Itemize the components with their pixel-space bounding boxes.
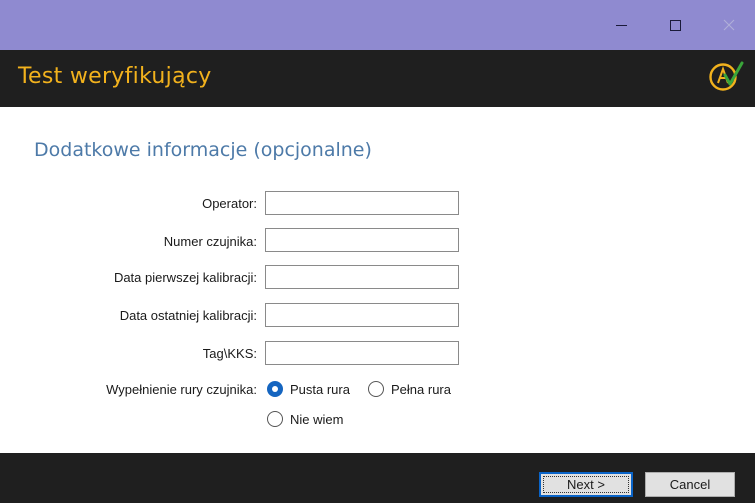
footer-bar <box>0 453 755 503</box>
cancel-button-label: Cancel <box>669 477 711 492</box>
close-icon <box>723 19 735 31</box>
minimize-icon <box>615 24 627 26</box>
app-logo-icon <box>709 61 744 91</box>
pipe-fill-label: Wypełnienie rury czujnika: <box>106 382 257 397</box>
close-button[interactable] <box>706 0 752 50</box>
radio-full-pipe-label: Pełna rura <box>391 381 451 397</box>
next-button[interactable]: Next > <box>539 472 633 497</box>
radio-empty-pipe-label: Pusta rura <box>290 381 350 397</box>
focus-rectangle <box>543 476 629 493</box>
minimize-button[interactable] <box>598 0 644 50</box>
radio-selected-icon <box>267 381 283 397</box>
radio-empty-pipe[interactable]: Pusta rura <box>267 381 350 397</box>
sensor-number-field[interactable] <box>265 228 459 252</box>
radio-full-pipe[interactable]: Pełna rura <box>368 381 451 397</box>
window-titlebar <box>0 0 755 50</box>
app-header: Test weryfikujący <box>0 50 755 107</box>
last-calibration-label: Data ostatniej kalibracji: <box>119 308 257 323</box>
operator-label: Operator: <box>202 196 257 211</box>
radio-dont-know[interactable]: Nie wiem <box>267 411 343 427</box>
radio-dont-know-label: Nie wiem <box>290 411 344 427</box>
operator-field[interactable] <box>265 191 459 215</box>
tag-kks-field[interactable] <box>265 341 459 365</box>
radio-unselected-icon <box>368 381 384 397</box>
maximize-button[interactable] <box>652 0 698 50</box>
first-calibration-field[interactable] <box>265 265 459 289</box>
section-title: Dodatkowe informacje (opcjonalne) <box>34 139 372 161</box>
sensor-number-label: Numer czujnika: <box>163 234 257 249</box>
last-calibration-field[interactable] <box>265 303 459 327</box>
tag-kks-label: Tag\KKS: <box>202 346 257 361</box>
radio-unselected-icon <box>267 411 283 427</box>
cancel-button[interactable]: Cancel <box>645 472 735 497</box>
page-title: Test weryfikujący <box>18 64 212 89</box>
maximize-icon <box>669 19 681 31</box>
first-calibration-label: Data pierwszej kalibracji: <box>113 270 257 285</box>
